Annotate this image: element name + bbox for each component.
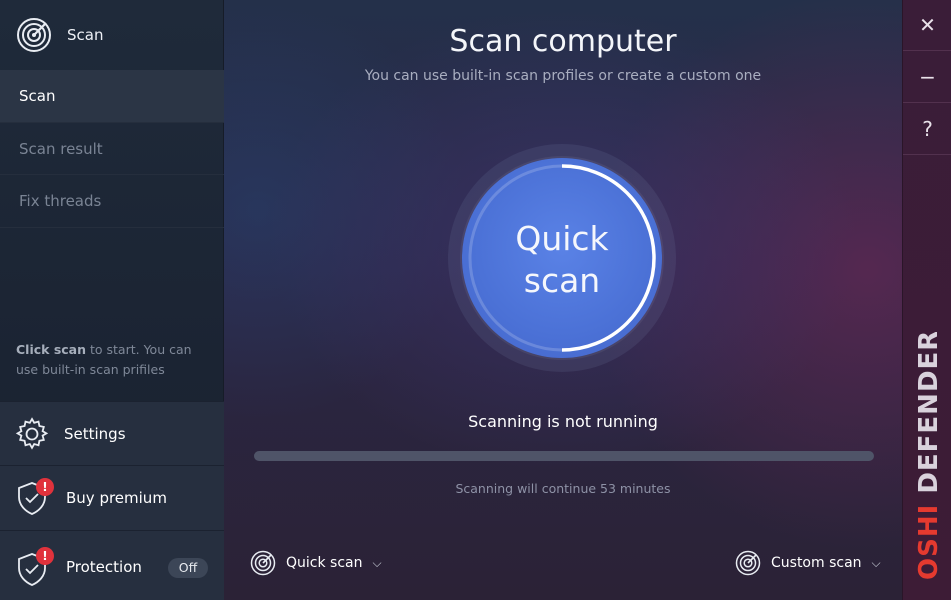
quick-scan-label-line1: Quick bbox=[515, 219, 609, 258]
sidebar-item-scan-result[interactable]: Scan result bbox=[0, 122, 224, 174]
scan-eta: Scanning will continue 53 minutes bbox=[455, 481, 671, 496]
settings-button[interactable]: Settings bbox=[0, 401, 224, 465]
radar-icon bbox=[17, 18, 51, 52]
buy-premium-button[interactable]: ! Buy premium bbox=[0, 465, 224, 530]
minimize-button[interactable]: − bbox=[903, 52, 951, 103]
quick-scan-dropdown-label: Quick scan bbox=[286, 555, 363, 571]
scan-progress-bar bbox=[254, 451, 874, 461]
sidebar-header: Scan bbox=[0, 0, 224, 70]
sidebar-item-fix-threads[interactable]: Fix threads bbox=[0, 174, 224, 228]
help-icon: ? bbox=[922, 117, 933, 141]
custom-scan-dropdown-label: Custom scan bbox=[771, 555, 862, 571]
quick-scan-label-line2: scan bbox=[523, 261, 601, 300]
quick-scan-dropdown[interactable]: Quick scan ⌵ bbox=[250, 548, 382, 578]
radar-icon bbox=[735, 550, 761, 576]
sidebar: Scan Scan Scan result Fix threads Click … bbox=[0, 0, 224, 600]
gear-icon bbox=[15, 417, 49, 450]
page-title: Scan computer bbox=[449, 24, 677, 59]
minimize-icon: − bbox=[919, 65, 936, 89]
close-icon: ✕ bbox=[919, 13, 936, 37]
hint-bold: Click scan bbox=[16, 342, 87, 357]
scan-status: Scanning is not running bbox=[468, 412, 658, 431]
custom-scan-dropdown[interactable]: Custom scan ⌵ bbox=[735, 548, 881, 578]
quick-scan-label[interactable]: Quick scan bbox=[462, 218, 662, 302]
page-subtitle: You can use built-in scan profiles or cr… bbox=[364, 68, 762, 84]
settings-label: Settings bbox=[64, 425, 126, 443]
protection-label: Protection bbox=[66, 558, 142, 576]
close-button[interactable]: ✕ bbox=[903, 0, 951, 51]
buy-premium-label: Buy premium bbox=[66, 489, 167, 507]
sidebar-title: Scan bbox=[67, 26, 104, 44]
premium-alert-badge: ! bbox=[36, 478, 54, 496]
brand-wordmark: OSHI DEFENDER bbox=[914, 332, 944, 580]
chevron-down-icon: ⌵ bbox=[372, 555, 382, 570]
sidebar-hint: Click scan to start. You can use built-i… bbox=[16, 340, 206, 380]
protection-alert-badge: ! bbox=[36, 547, 54, 565]
chevron-down-icon: ⌵ bbox=[871, 555, 881, 570]
sidebar-item-scan[interactable]: Scan bbox=[0, 70, 224, 122]
protection-toggle[interactable]: Off bbox=[168, 558, 208, 578]
protection-button[interactable]: ! Protection Off bbox=[0, 530, 224, 600]
brand-logo: OSHI DEFENDER bbox=[914, 332, 944, 580]
help-button[interactable]: ? bbox=[903, 104, 951, 155]
main-panel: Scan computer You can use built-in scan … bbox=[224, 0, 902, 600]
radar-icon bbox=[250, 550, 276, 576]
app-window: Scan Scan Scan result Fix threads Click … bbox=[0, 0, 951, 600]
